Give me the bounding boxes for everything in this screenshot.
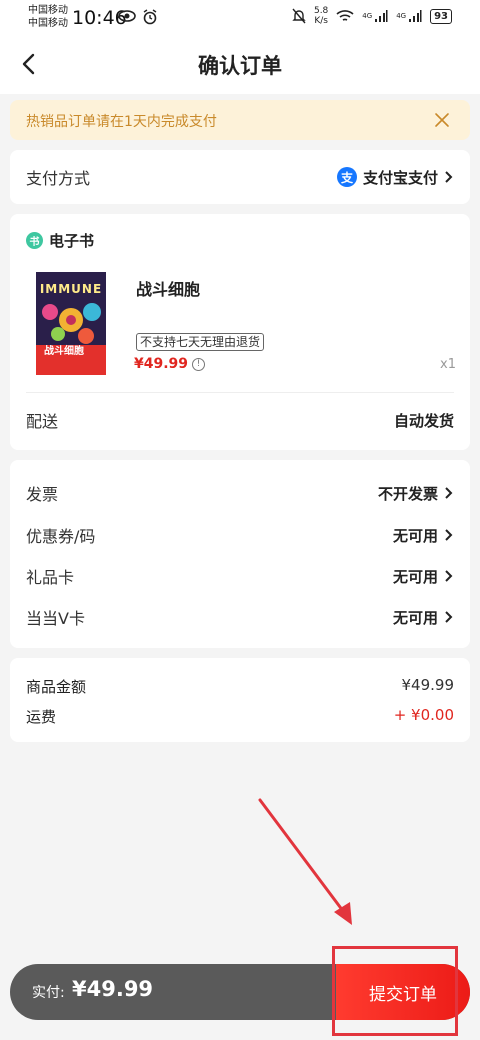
eye-icon	[118, 10, 136, 22]
v-card-value[interactable]: 无可用	[393, 607, 454, 628]
shipping-label: 运费	[26, 708, 57, 726]
page-title: 确认订单	[198, 54, 282, 78]
item-price-value: ¥49.99	[134, 356, 189, 372]
battery-icon: 93	[430, 8, 452, 24]
item-price: ¥49.99 !	[134, 356, 206, 372]
delivery-value: 自动发货	[393, 411, 454, 430]
gift-card-value[interactable]: 无可用	[393, 566, 454, 587]
speed-value: 5.8	[313, 6, 329, 16]
order-item-card: 书 电子书 IMMUNE 战斗细胞 战斗细胞 不支持七天无理由退货 ¥49.99…	[10, 214, 470, 450]
v-card-row[interactable]: 当当V卡 无可用	[26, 605, 454, 629]
invoice-value[interactable]: 不开发票	[378, 483, 454, 504]
payment-method-text: 支付宝支付	[362, 168, 438, 187]
chevron-right-icon	[445, 611, 453, 623]
status-right-icons: 5.8 K/s 4G 4G 93	[292, 6, 452, 26]
close-icon[interactable]	[432, 110, 452, 130]
goods-amount-label: 商品金额	[26, 678, 87, 696]
amount-summary-card: 商品金额 ¥49.99 运费 + ¥0.00	[10, 658, 470, 742]
delivery-label: 配送	[26, 412, 59, 431]
coupon-value[interactable]: 无可用	[393, 525, 454, 546]
payment-method-label: 支付方式	[26, 169, 91, 188]
mute-icon	[292, 8, 306, 24]
delivery-row: 配送 自动发货	[26, 408, 454, 432]
ebook-section-header: 书 电子书	[26, 230, 94, 251]
alarm-icon	[143, 9, 157, 25]
chevron-right-icon	[445, 487, 453, 499]
invoice-label: 发票	[26, 485, 59, 504]
carrier-labels: 中国移动 中国移动	[28, 4, 68, 30]
cover-chinese-title: 战斗细胞	[44, 346, 84, 357]
annotation-highlight-box	[332, 946, 458, 1036]
info-icon[interactable]: !	[192, 357, 206, 371]
goods-amount-row: 商品金额 ¥49.99	[26, 676, 454, 697]
no-return-tag: 不支持七天无理由退货	[136, 333, 265, 351]
signal-1-icon	[375, 10, 388, 22]
speed-unit: K/s	[314, 16, 328, 26]
shipping-row: 运费 + ¥0.00	[26, 706, 454, 727]
status-bar: 中国移动 中国移动 10:46 5.8 K/s 4G 4G 93	[0, 0, 480, 36]
gift-card-label: 礼品卡	[26, 568, 75, 587]
carrier-2: 中国移动	[28, 18, 68, 29]
shipping-value: + ¥0.00	[393, 706, 454, 724]
item-quantity: x1	[440, 357, 456, 372]
alipay-icon: 支	[336, 167, 357, 187]
coupon-label: 优惠券/码	[26, 527, 96, 546]
actual-pay-label: 实付:	[32, 985, 65, 1001]
gift-card-value-text: 无可用	[392, 567, 438, 586]
book-title[interactable]: 战斗细胞	[136, 276, 200, 300]
status-left-icons	[118, 9, 158, 25]
goods-amount-value: ¥49.99	[401, 676, 455, 694]
payment-method-value[interactable]: 支 支付宝支付	[336, 167, 454, 188]
invoice-value-text: 不开发票	[377, 484, 438, 503]
ebook-section-label: 电子书	[49, 232, 95, 250]
cover-title: IMMUNE	[39, 282, 103, 296]
wifi-icon	[336, 10, 354, 21]
network-speed: 5.8 K/s	[314, 6, 328, 26]
actual-pay-amount: ¥49.99	[72, 977, 154, 1001]
payment-method-card[interactable]: 支付方式 支 支付宝支付	[10, 150, 470, 204]
coupon-row[interactable]: 优惠券/码 无可用	[26, 523, 454, 547]
nav-bar: 确认订单	[0, 36, 480, 94]
signal-1-type: 4G	[362, 12, 373, 20]
v-card-value-text: 无可用	[392, 608, 438, 627]
signal-2-type: 4G	[396, 12, 407, 20]
divider	[26, 392, 454, 393]
book-cover[interactable]: IMMUNE 战斗细胞	[36, 272, 106, 375]
gift-card-row[interactable]: 礼品卡 无可用	[26, 564, 454, 588]
invoice-row[interactable]: 发票 不开发票	[26, 481, 454, 505]
v-card-label: 当当V卡	[26, 609, 85, 628]
signal-2-icon	[409, 10, 422, 22]
chevron-right-icon	[445, 570, 453, 582]
notice-text: 热销品订单请在1天内完成支付	[26, 114, 217, 130]
payment-deadline-notice: 热销品订单请在1天内完成支付	[10, 100, 470, 140]
chevron-right-icon	[445, 529, 453, 541]
order-options-card: 发票 不开发票 优惠券/码 无可用 礼品卡 无可用 当当V卡 无可用	[10, 460, 470, 648]
chevron-right-icon	[445, 171, 453, 183]
payment-method-row[interactable]: 支付方式 支 支付宝支付	[26, 165, 454, 189]
coupon-value-text: 无可用	[392, 526, 438, 545]
carrier-1: 中国移动	[28, 5, 68, 16]
ebook-icon: 书	[26, 232, 43, 249]
